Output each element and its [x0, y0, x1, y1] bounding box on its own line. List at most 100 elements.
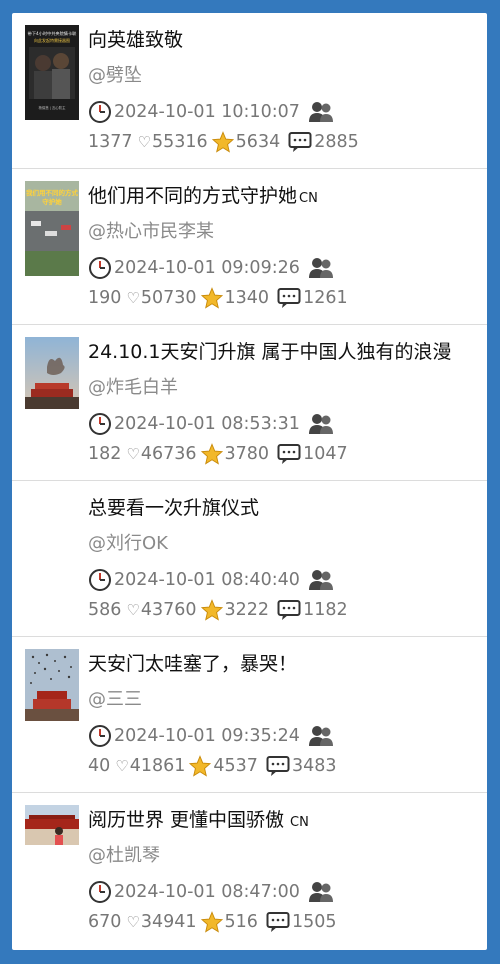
video-title[interactable]: 阅历世界 更懂中国骄傲 CN [88, 807, 481, 836]
heart-icon[interactable]: ♡ [126, 913, 139, 931]
author-handle[interactable]: @炸毛白羊 [88, 375, 481, 401]
cn-badge: CN [290, 815, 309, 830]
clock-icon [89, 881, 111, 903]
heart-icon[interactable]: ♡ [126, 601, 139, 619]
comment-bubble-icon[interactable] [266, 755, 290, 777]
like-count: 34941 [140, 912, 197, 932]
comment-count: 1047 [303, 444, 348, 464]
stats-row: 40 ♡ 41861 4537 3483 [88, 753, 481, 779]
video-title[interactable]: 天安门太哇塞了，暴哭！ [88, 651, 481, 680]
feed-card[interactable]: 总要看一次升旗仪式 @刘行OK 2024-10-01 08:40:40 586 … [12, 481, 487, 637]
heart-icon[interactable]: ♡ [126, 289, 139, 307]
like-count: 41861 [129, 756, 186, 776]
cn-badge: CN [299, 191, 318, 206]
poster-line-1: 带下4小时中共央院情卡联 [28, 30, 78, 37]
clock-icon [89, 101, 111, 123]
publish-time-row: 2024-10-01 09:35:24 [88, 723, 481, 749]
people-icon [308, 570, 333, 590]
video-title[interactable]: 向英雄致敬 [88, 27, 481, 56]
star-icon[interactable] [200, 911, 223, 933]
publish-time-row: 2024-10-01 08:40:40 [88, 567, 481, 593]
author-handle[interactable]: @刘行OK [88, 531, 481, 557]
video-thumbnail[interactable] [25, 649, 79, 721]
heart-icon[interactable]: ♡ [115, 757, 128, 775]
favorite-count: 1340 [224, 288, 270, 308]
author-handle[interactable]: @劈坠 [88, 63, 481, 89]
comment-count: 1261 [303, 288, 348, 308]
comment-bubble-icon[interactable] [277, 287, 301, 309]
view-count: 586 [88, 600, 122, 620]
comment-count: 3483 [291, 756, 337, 776]
publish-time-row: 2024-10-01 08:47:00 [88, 879, 481, 905]
comment-bubble-icon[interactable] [288, 131, 312, 153]
publish-time: 2024-10-01 08:53:31 [114, 414, 300, 434]
comment-count: 2885 [314, 132, 359, 152]
clock-icon [89, 569, 111, 591]
video-title[interactable]: 总要看一次升旗仪式 [88, 495, 481, 524]
publish-time: 2024-10-01 09:09:26 [114, 258, 300, 278]
feed-card[interactable]: 天安门太哇塞了，暴哭！ @三三 2024-10-01 09:35:24 40 ♡… [12, 637, 487, 793]
heart-icon[interactable]: ♡ [126, 445, 139, 463]
stats-row: 586 ♡ 43760 3222 1182 [88, 597, 481, 623]
clock-icon [89, 257, 111, 279]
publish-time-row: 2024-10-01 08:53:31 [88, 411, 481, 437]
star-icon[interactable] [200, 287, 223, 309]
comment-bubble-icon[interactable] [277, 599, 301, 621]
video-title[interactable]: 24.10.1天安门升旗 属于中国人独有的浪漫 [88, 339, 481, 368]
feed-panel: 带下4小时中共央院情卡联 向此发起特需接器图 杨保慧 | 瓦心防主 向英雄致敬 … [12, 13, 487, 950]
stats-row: 1377 ♡ 55316 5634 2885 [88, 129, 481, 155]
view-count: 182 [88, 444, 122, 464]
comment-count: 1505 [291, 912, 337, 932]
clock-icon [89, 725, 111, 747]
video-thumbnail[interactable] [25, 805, 79, 845]
feed-card[interactable]: 我们用不同的方式 守护她 他们用不同的方式守护她 CN @热心市民李某 2024-… [12, 169, 487, 325]
view-count: 1377 [88, 132, 133, 152]
stats-row: 182 ♡ 46736 3780 1047 [88, 441, 481, 467]
comment-count: 1182 [303, 600, 348, 620]
favorite-count: 516 [224, 912, 258, 932]
people-icon [308, 102, 333, 122]
star-icon[interactable] [189, 755, 212, 777]
stats-row: 670 ♡ 34941 516 1505 [88, 909, 481, 935]
publish-time: 2024-10-01 08:40:40 [114, 570, 300, 590]
like-count: 43760 [140, 600, 197, 620]
star-icon[interactable] [200, 443, 223, 465]
author-handle[interactable]: @杜凯琴 [88, 843, 481, 869]
like-count: 50730 [140, 288, 197, 308]
poster-line-3: 杨保慧 | 瓦心防主 [38, 105, 66, 110]
clock-icon [89, 413, 111, 435]
author-handle[interactable]: @三三 [88, 687, 481, 713]
feed-card[interactable]: 24.10.1天安门升旗 属于中国人独有的浪漫 @炸毛白羊 2024-10-01… [12, 325, 487, 481]
favorite-count: 5634 [235, 132, 281, 152]
people-icon [308, 726, 333, 746]
view-count: 190 [88, 288, 122, 308]
favorite-count: 3780 [224, 444, 270, 464]
thumbnail-caption: 守护她 [42, 197, 62, 206]
feed-card[interactable]: 阅历世界 更懂中国骄傲 CN @杜凯琴 2024-10-01 08:47:00 6… [12, 793, 487, 949]
video-thumbnail[interactable] [25, 337, 79, 409]
publish-time: 2024-10-01 08:47:00 [114, 882, 300, 902]
video-thumbnail[interactable]: 带下4小时中共央院情卡联 向此发起特需接器图 杨保慧 | 瓦心防主 [25, 25, 79, 120]
comment-bubble-icon[interactable] [277, 443, 301, 465]
heart-icon[interactable]: ♡ [138, 133, 151, 151]
star-icon[interactable] [211, 131, 234, 153]
star-icon[interactable] [200, 599, 223, 621]
video-thumbnail[interactable]: 我们用不同的方式 守护她 [25, 181, 79, 276]
thumbnail-caption: 我们用不同的方式 [26, 188, 79, 197]
publish-time-row: 2024-10-01 10:10:07 [88, 99, 481, 125]
stats-row: 190 ♡ 50730 1340 1261 [88, 285, 481, 311]
like-count: 46736 [140, 444, 197, 464]
video-title[interactable]: 他们用不同的方式守护她 CN [88, 183, 481, 212]
favorite-count: 3222 [224, 600, 270, 620]
people-icon [308, 882, 333, 902]
publish-time-row: 2024-10-01 09:09:26 [88, 255, 481, 281]
people-icon [308, 258, 333, 278]
feed-card[interactable]: 带下4小时中共央院情卡联 向此发起特需接器图 杨保慧 | 瓦心防主 向英雄致敬 … [12, 13, 487, 169]
like-count: 55316 [152, 132, 208, 152]
publish-time: 2024-10-01 09:35:24 [114, 726, 300, 746]
favorite-count: 4537 [213, 756, 258, 776]
author-handle[interactable]: @热心市民李某 [88, 219, 481, 245]
view-count: 670 [88, 912, 122, 932]
comment-bubble-icon[interactable] [266, 911, 290, 933]
publish-time: 2024-10-01 10:10:07 [114, 102, 300, 122]
